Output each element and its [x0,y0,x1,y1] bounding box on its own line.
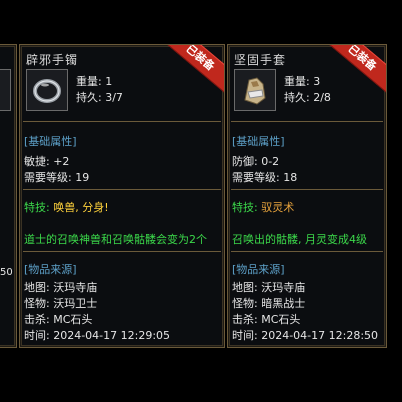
item-icon-slot [234,69,276,111]
skill-value: 驭灵术 [261,201,295,214]
item-tooltip-bracelet: 辟邪手镯 已装备 重量: 1 持久: 3/7 [基础属性] 敏捷: +2 需要等… [19,44,225,348]
level-requirement: 需要等级: 19 [24,171,90,184]
item-tooltip-gloves: 坚固手套 已装备 重量: 3 持久: 2/8 [基础属性] 防御: 0-2 需要… [227,44,387,348]
source-monster: 怪物: 暗黑战士 [232,297,306,310]
item-title: 辟邪手镯 [26,53,79,67]
base-attributes-header: [基础属性] [232,135,285,148]
source-killer: 击杀: MC石头 [232,313,301,326]
source-time: 时间: 2024-04-17 12:28:50 [232,329,379,342]
divider [231,121,383,122]
durability-stat: 持久: 2/8 [284,91,331,104]
source-map: 地图: 沃玛寺庙 [24,281,98,294]
source-map: 地图: 沃玛寺庙 [232,281,306,294]
item-source-header: [物品来源] [24,263,77,276]
skill-description: 道士的召唤神兽和召唤骷髅会变为2个 [24,233,207,246]
item-title: 坚固手套 [234,53,287,67]
special-skill: 特技: 唤兽, 分身! [24,199,109,215]
source-killer: 击杀: MC石头 [24,313,93,326]
level-requirement: 需要等级: 18 [232,171,298,184]
divider [23,251,221,252]
item-icon-slot [26,69,68,111]
special-skill: 特技: 驭灵术 [232,199,294,215]
skill-description: 召唤出的骷髅, 月灵变成4级 [232,233,367,246]
skill-label: 特技: [24,201,50,214]
divider [231,251,383,252]
base-attributes-header: [基础属性] [24,135,77,148]
source-time: 时间: 2024-04-17 12:29:05 [24,329,171,342]
durability-stat: 持久: 3/7 [76,91,123,104]
attribute-line: 敏捷: +2 [24,155,70,168]
equipped-badge: 已装备 [159,45,224,95]
skill-label: 特技: [232,201,258,214]
item-icon-slot [0,69,11,111]
divider [231,189,383,190]
equipped-badge: 已装备 [321,45,386,95]
weight-stat: 重量: 1 [76,75,113,88]
tooltip-panel-partial: 50 [0,44,17,348]
weight-stat: 重量: 3 [284,75,321,88]
bracelet-icon [33,79,61,103]
divider [23,189,221,190]
divider [23,121,221,122]
source-monster: 怪物: 沃玛卫士 [24,297,98,310]
skill-value: 唤兽, 分身! [53,201,109,214]
gauntlet-icon [244,77,266,105]
item-source-header: [物品来源] [232,263,285,276]
attribute-line: 防御: 0-2 [232,155,280,168]
partial-text: 50 [0,267,13,278]
